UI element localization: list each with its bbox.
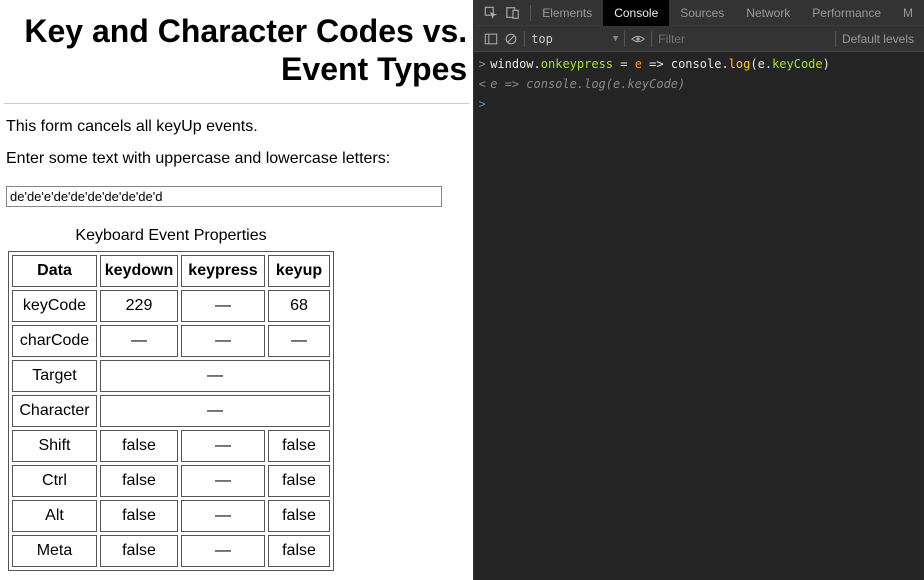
table-row: Altfalse—false <box>12 500 330 532</box>
context-selector[interactable]: top ▼ <box>531 32 618 46</box>
devtools-panel: ElementsConsoleSourcesNetworkPerformance… <box>473 0 924 580</box>
cell: false <box>100 465 178 497</box>
cell: false <box>268 500 330 532</box>
console-line: >window.onkeypress = e => console.log(e.… <box>474 54 924 74</box>
cell: false <box>100 430 178 462</box>
row-label: charCode <box>12 325 97 357</box>
devtools-tab-network[interactable]: Network <box>735 0 801 26</box>
log-levels-selector[interactable]: Default levels <box>842 32 914 46</box>
cell: false <box>100 500 178 532</box>
devtools-tabbar: ElementsConsoleSourcesNetworkPerformance… <box>474 0 924 26</box>
table-header: keypress <box>181 255 265 287</box>
cell: — <box>181 535 265 567</box>
context-label: top <box>531 32 553 46</box>
chevron-down-icon: ▼ <box>613 34 618 44</box>
clear-console-icon[interactable] <box>504 32 518 46</box>
table-caption: Keyboard Event Properties <box>8 223 334 251</box>
devtools-tab-sources[interactable]: Sources <box>669 0 735 26</box>
table-row: Metafalse—false <box>12 535 330 567</box>
text-input[interactable] <box>6 186 442 207</box>
devtools-tab-m[interactable]: M <box>892 0 924 26</box>
cell: false <box>268 535 330 567</box>
table-row: keyCode229—68 <box>12 290 330 322</box>
table-row: Ctrlfalse—false <box>12 465 330 497</box>
page-title: Key and Character Codes vs. Event Types <box>4 12 469 89</box>
cell: — <box>181 325 265 357</box>
console-gutter-icon: > <box>474 96 490 112</box>
cell: false <box>268 465 330 497</box>
console-line: > <box>474 94 924 114</box>
table-header: keydown <box>100 255 178 287</box>
table-row: Shiftfalse—false <box>12 430 330 462</box>
device-toggle-icon[interactable] <box>506 6 520 20</box>
keyboard-events-table: Keyboard Event Properties Data keydown k… <box>8 223 334 571</box>
console-gutter-icon: < <box>474 76 490 92</box>
devtools-tab-elements[interactable]: Elements <box>531 0 603 26</box>
cell: false <box>100 535 178 567</box>
table-row: charCode——— <box>12 325 330 357</box>
table-header: Data <box>12 255 97 287</box>
row-label: Character <box>12 395 97 427</box>
table-header: keyup <box>268 255 330 287</box>
cell: — <box>181 430 265 462</box>
cell: false <box>268 430 330 462</box>
inspect-element-icon[interactable] <box>484 6 498 20</box>
row-label: Meta <box>12 535 97 567</box>
console-output[interactable]: >window.onkeypress = e => console.log(e.… <box>474 52 924 580</box>
table-row: Target— <box>12 360 330 392</box>
cell: 68 <box>268 290 330 322</box>
cell: — <box>100 325 178 357</box>
cell: — <box>181 500 265 532</box>
cell: — <box>268 325 330 357</box>
divider <box>4 103 469 104</box>
console-line: <e => console.log(e.keyCode) <box>474 74 924 94</box>
console-sidebar-toggle-icon[interactable] <box>484 32 498 46</box>
live-expression-icon[interactable] <box>631 32 645 46</box>
row-label: Target <box>12 360 97 392</box>
cell: — <box>181 465 265 497</box>
intro-paragraph-2: Enter some text with uppercase and lower… <box>6 150 469 168</box>
page-content: Key and Character Codes vs. Event Types … <box>0 0 473 580</box>
console-toolbar: top ▼ Default levels <box>474 26 924 52</box>
row-label: Shift <box>12 430 97 462</box>
cell: — <box>100 360 330 392</box>
row-label: Alt <box>12 500 97 532</box>
cell: — <box>100 395 330 427</box>
row-label: keyCode <box>12 290 97 322</box>
console-gutter-icon: > <box>474 56 490 72</box>
intro-paragraph-1: This form cancels all keyUp events. <box>6 118 469 136</box>
console-line-content: window.onkeypress = e => console.log(e.k… <box>490 56 830 72</box>
table-header-row: Data keydown keypress keyup <box>12 255 330 287</box>
devtools-tab-console[interactable]: Console <box>603 0 669 26</box>
console-line-content: e => console.log(e.keyCode) <box>490 76 685 92</box>
cell: — <box>181 290 265 322</box>
table-row: Character— <box>12 395 330 427</box>
devtools-tab-performance[interactable]: Performance <box>801 0 892 26</box>
cell: 229 <box>100 290 178 322</box>
console-filter-input[interactable] <box>658 32 829 46</box>
row-label: Ctrl <box>12 465 97 497</box>
